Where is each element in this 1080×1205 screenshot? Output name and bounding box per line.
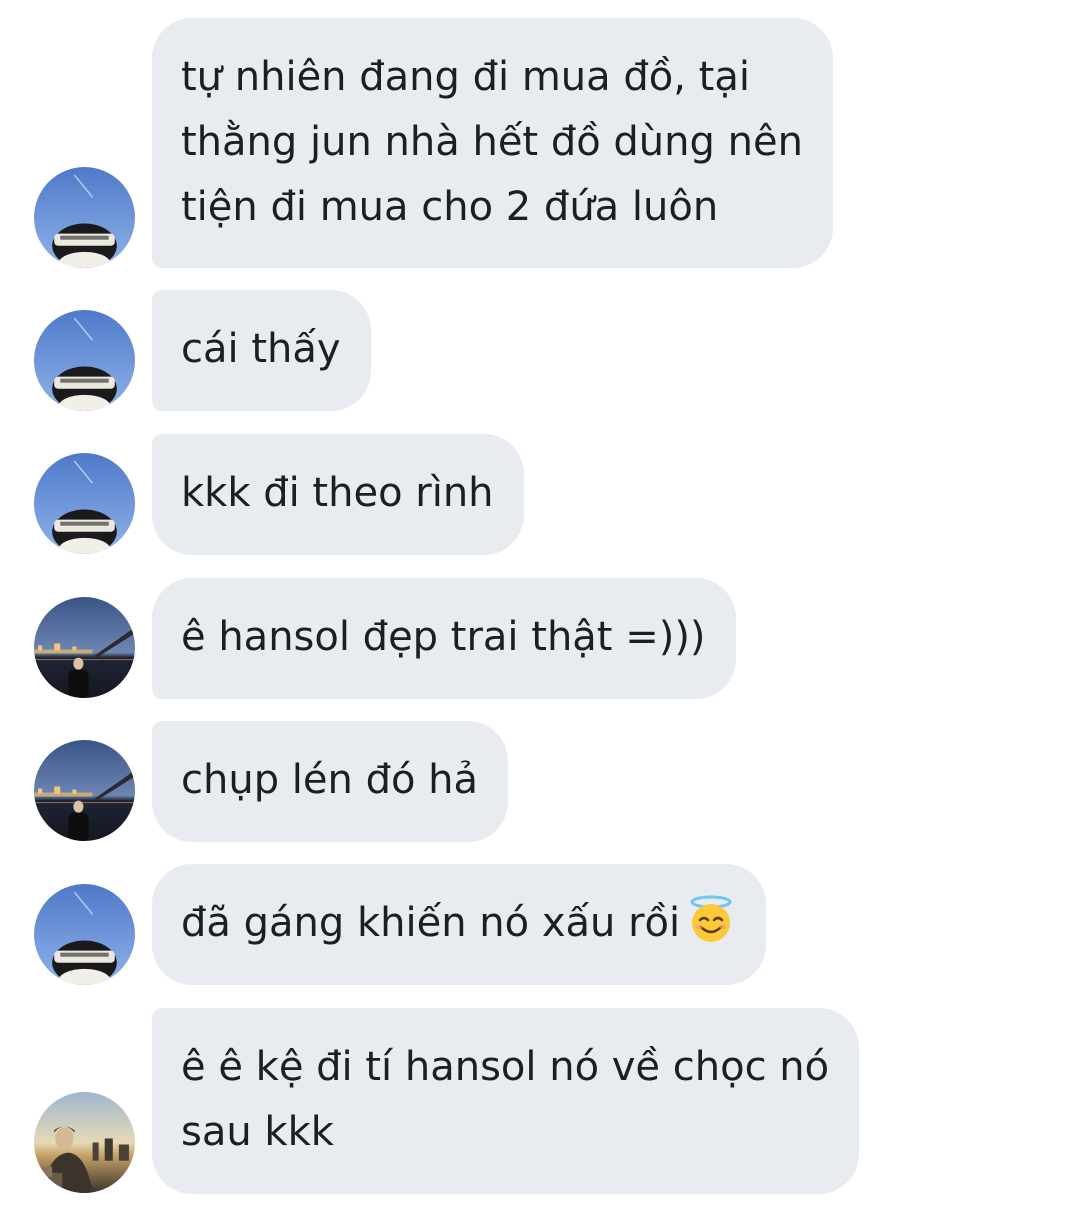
message-text: ê hansol đẹp trai thật =)))	[181, 614, 706, 660]
sunset-avatar[interactable]	[34, 1092, 135, 1193]
message-text: đã gáng khiến nó xấu rồi	[181, 891, 736, 956]
message-bubble[interactable]: đã gáng khiến nó xấu rồi	[152, 864, 767, 985]
message-text: ê ê kệ đi tí hansol nó về chọc nó	[181, 1044, 830, 1090]
message-bubble[interactable]: ê ê kệ đi tí hansol nó về chọc nó sau kk…	[152, 1008, 860, 1194]
message-bubble[interactable]: kkk đi theo rình	[152, 434, 524, 555]
sky-avatar[interactable]	[34, 453, 135, 554]
sky-avatar[interactable]	[34, 310, 135, 411]
message-bubble[interactable]: tự nhiên đang đi mua đồ, tại thằng jun n…	[152, 18, 833, 268]
message-text: thằng jun nhà hết đồ dùng nên	[181, 119, 803, 165]
night-city-avatar[interactable]	[34, 740, 135, 841]
message-text: tiện đi mua cho 2 đứa luôn	[181, 184, 719, 230]
message-text: kkk đi theo rình	[181, 470, 494, 516]
message-text: cái thấy	[181, 326, 341, 372]
night-city-avatar[interactable]	[34, 597, 135, 698]
smiling-face-with-halo-icon	[690, 895, 732, 942]
message-bubble[interactable]: cái thấy	[152, 290, 371, 411]
message-bubble[interactable]: chụp lén đó hả	[152, 721, 509, 842]
message-bubble[interactable]: ê hansol đẹp trai thật =)))	[152, 578, 736, 699]
sky-avatar[interactable]	[34, 884, 135, 985]
sky-avatar[interactable]	[34, 167, 135, 268]
message-text: tự nhiên đang đi mua đồ, tại	[181, 54, 750, 100]
message-text: chụp lén đó hả	[181, 757, 479, 803]
message-text: sau kkk	[181, 1109, 334, 1155]
